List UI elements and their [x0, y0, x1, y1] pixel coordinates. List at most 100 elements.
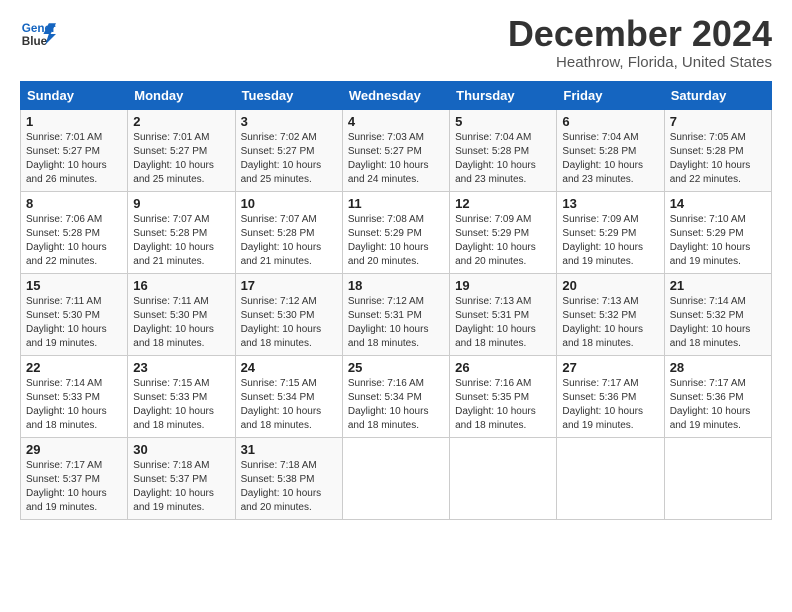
svg-text:Blue: Blue: [22, 35, 48, 48]
header-row: Sunday Monday Tuesday Wednesday Thursday…: [21, 82, 772, 110]
day-number: 2: [133, 114, 229, 129]
day-info: Sunrise: 7:16 AM Sunset: 5:34 PM Dayligh…: [348, 377, 444, 433]
day-info: Sunrise: 7:04 AM Sunset: 5:28 PM Dayligh…: [562, 131, 658, 187]
calendar-cell: 24 Sunrise: 7:15 AM Sunset: 5:34 PM Dayl…: [235, 356, 342, 438]
calendar-cell: [450, 438, 557, 520]
title-section: December 2024 Heathrow, Florida, United …: [508, 16, 772, 71]
col-tuesday: Tuesday: [235, 82, 342, 110]
day-number: 27: [562, 360, 658, 375]
header: General Blue December 2024 Heathrow, Flo…: [20, 16, 772, 71]
day-number: 19: [455, 278, 551, 293]
day-info: Sunrise: 7:11 AM Sunset: 5:30 PM Dayligh…: [133, 295, 229, 351]
calendar-cell: 31 Sunrise: 7:18 AM Sunset: 5:38 PM Dayl…: [235, 438, 342, 520]
day-info: Sunrise: 7:04 AM Sunset: 5:28 PM Dayligh…: [455, 131, 551, 187]
calendar-cell: 11 Sunrise: 7:08 AM Sunset: 5:29 PM Dayl…: [342, 192, 449, 274]
day-info: Sunrise: 7:02 AM Sunset: 5:27 PM Dayligh…: [241, 131, 337, 187]
day-number: 1: [26, 114, 122, 129]
day-info: Sunrise: 7:06 AM Sunset: 5:28 PM Dayligh…: [26, 213, 122, 269]
day-number: 22: [26, 360, 122, 375]
calendar-body: 1 Sunrise: 7:01 AM Sunset: 5:27 PM Dayli…: [21, 110, 772, 520]
day-info: Sunrise: 7:17 AM Sunset: 5:36 PM Dayligh…: [670, 377, 766, 433]
calendar-cell: 6 Sunrise: 7:04 AM Sunset: 5:28 PM Dayli…: [557, 110, 664, 192]
day-info: Sunrise: 7:09 AM Sunset: 5:29 PM Dayligh…: [562, 213, 658, 269]
calendar-cell: 8 Sunrise: 7:06 AM Sunset: 5:28 PM Dayli…: [21, 192, 128, 274]
day-info: Sunrise: 7:09 AM Sunset: 5:29 PM Dayligh…: [455, 213, 551, 269]
day-info: Sunrise: 7:15 AM Sunset: 5:34 PM Dayligh…: [241, 377, 337, 433]
day-number: 9: [133, 196, 229, 211]
main-container: General Blue December 2024 Heathrow, Flo…: [0, 0, 792, 530]
day-number: 7: [670, 114, 766, 129]
day-info: Sunrise: 7:13 AM Sunset: 5:31 PM Dayligh…: [455, 295, 551, 351]
day-number: 23: [133, 360, 229, 375]
calendar-cell: 18 Sunrise: 7:12 AM Sunset: 5:31 PM Dayl…: [342, 274, 449, 356]
day-number: 13: [562, 196, 658, 211]
calendar-cell: 12 Sunrise: 7:09 AM Sunset: 5:29 PM Dayl…: [450, 192, 557, 274]
calendar-cell: 1 Sunrise: 7:01 AM Sunset: 5:27 PM Dayli…: [21, 110, 128, 192]
calendar-cell: 29 Sunrise: 7:17 AM Sunset: 5:37 PM Dayl…: [21, 438, 128, 520]
calendar-cell: 28 Sunrise: 7:17 AM Sunset: 5:36 PM Dayl…: [664, 356, 771, 438]
day-info: Sunrise: 7:13 AM Sunset: 5:32 PM Dayligh…: [562, 295, 658, 351]
week-row-5: 29 Sunrise: 7:17 AM Sunset: 5:37 PM Dayl…: [21, 438, 772, 520]
day-info: Sunrise: 7:14 AM Sunset: 5:33 PM Dayligh…: [26, 377, 122, 433]
calendar-cell: 20 Sunrise: 7:13 AM Sunset: 5:32 PM Dayl…: [557, 274, 664, 356]
day-number: 26: [455, 360, 551, 375]
calendar-cell: 22 Sunrise: 7:14 AM Sunset: 5:33 PM Dayl…: [21, 356, 128, 438]
day-info: Sunrise: 7:15 AM Sunset: 5:33 PM Dayligh…: [133, 377, 229, 433]
week-row-3: 15 Sunrise: 7:11 AM Sunset: 5:30 PM Dayl…: [21, 274, 772, 356]
calendar-cell: 16 Sunrise: 7:11 AM Sunset: 5:30 PM Dayl…: [128, 274, 235, 356]
day-number: 12: [455, 196, 551, 211]
day-info: Sunrise: 7:07 AM Sunset: 5:28 PM Dayligh…: [133, 213, 229, 269]
col-sunday: Sunday: [21, 82, 128, 110]
calendar-cell: 3 Sunrise: 7:02 AM Sunset: 5:27 PM Dayli…: [235, 110, 342, 192]
calendar-cell: [557, 438, 664, 520]
day-number: 31: [241, 442, 337, 457]
day-info: Sunrise: 7:17 AM Sunset: 5:36 PM Dayligh…: [562, 377, 658, 433]
day-info: Sunrise: 7:12 AM Sunset: 5:31 PM Dayligh…: [348, 295, 444, 351]
day-info: Sunrise: 7:12 AM Sunset: 5:30 PM Dayligh…: [241, 295, 337, 351]
day-number: 5: [455, 114, 551, 129]
calendar-table: Sunday Monday Tuesday Wednesday Thursday…: [20, 81, 772, 520]
day-number: 20: [562, 278, 658, 293]
logo-icon: General Blue: [20, 16, 56, 52]
calendar-cell: 5 Sunrise: 7:04 AM Sunset: 5:28 PM Dayli…: [450, 110, 557, 192]
day-info: Sunrise: 7:14 AM Sunset: 5:32 PM Dayligh…: [670, 295, 766, 351]
calendar-cell: 25 Sunrise: 7:16 AM Sunset: 5:34 PM Dayl…: [342, 356, 449, 438]
calendar-cell: [342, 438, 449, 520]
week-row-2: 8 Sunrise: 7:06 AM Sunset: 5:28 PM Dayli…: [21, 192, 772, 274]
calendar-cell: 17 Sunrise: 7:12 AM Sunset: 5:30 PM Dayl…: [235, 274, 342, 356]
week-row-4: 22 Sunrise: 7:14 AM Sunset: 5:33 PM Dayl…: [21, 356, 772, 438]
day-info: Sunrise: 7:01 AM Sunset: 5:27 PM Dayligh…: [133, 131, 229, 187]
calendar-cell: 10 Sunrise: 7:07 AM Sunset: 5:28 PM Dayl…: [235, 192, 342, 274]
day-number: 6: [562, 114, 658, 129]
day-info: Sunrise: 7:08 AM Sunset: 5:29 PM Dayligh…: [348, 213, 444, 269]
col-saturday: Saturday: [664, 82, 771, 110]
day-info: Sunrise: 7:05 AM Sunset: 5:28 PM Dayligh…: [670, 131, 766, 187]
day-info: Sunrise: 7:17 AM Sunset: 5:37 PM Dayligh…: [26, 459, 122, 515]
day-info: Sunrise: 7:18 AM Sunset: 5:37 PM Dayligh…: [133, 459, 229, 515]
day-number: 17: [241, 278, 337, 293]
col-thursday: Thursday: [450, 82, 557, 110]
day-number: 15: [26, 278, 122, 293]
col-monday: Monday: [128, 82, 235, 110]
day-number: 8: [26, 196, 122, 211]
location: Heathrow, Florida, United States: [508, 54, 772, 71]
month-title: December 2024: [508, 16, 772, 52]
day-info: Sunrise: 7:07 AM Sunset: 5:28 PM Dayligh…: [241, 213, 337, 269]
day-info: Sunrise: 7:11 AM Sunset: 5:30 PM Dayligh…: [26, 295, 122, 351]
day-number: 24: [241, 360, 337, 375]
day-info: Sunrise: 7:01 AM Sunset: 5:27 PM Dayligh…: [26, 131, 122, 187]
day-info: Sunrise: 7:16 AM Sunset: 5:35 PM Dayligh…: [455, 377, 551, 433]
day-number: 29: [26, 442, 122, 457]
day-info: Sunrise: 7:03 AM Sunset: 5:27 PM Dayligh…: [348, 131, 444, 187]
day-number: 21: [670, 278, 766, 293]
calendar-cell: [664, 438, 771, 520]
calendar-cell: 21 Sunrise: 7:14 AM Sunset: 5:32 PM Dayl…: [664, 274, 771, 356]
day-info: Sunrise: 7:18 AM Sunset: 5:38 PM Dayligh…: [241, 459, 337, 515]
day-number: 4: [348, 114, 444, 129]
day-number: 28: [670, 360, 766, 375]
calendar-cell: 14 Sunrise: 7:10 AM Sunset: 5:29 PM Dayl…: [664, 192, 771, 274]
logo: General Blue: [20, 16, 60, 52]
calendar-cell: 2 Sunrise: 7:01 AM Sunset: 5:27 PM Dayli…: [128, 110, 235, 192]
day-number: 25: [348, 360, 444, 375]
day-number: 30: [133, 442, 229, 457]
